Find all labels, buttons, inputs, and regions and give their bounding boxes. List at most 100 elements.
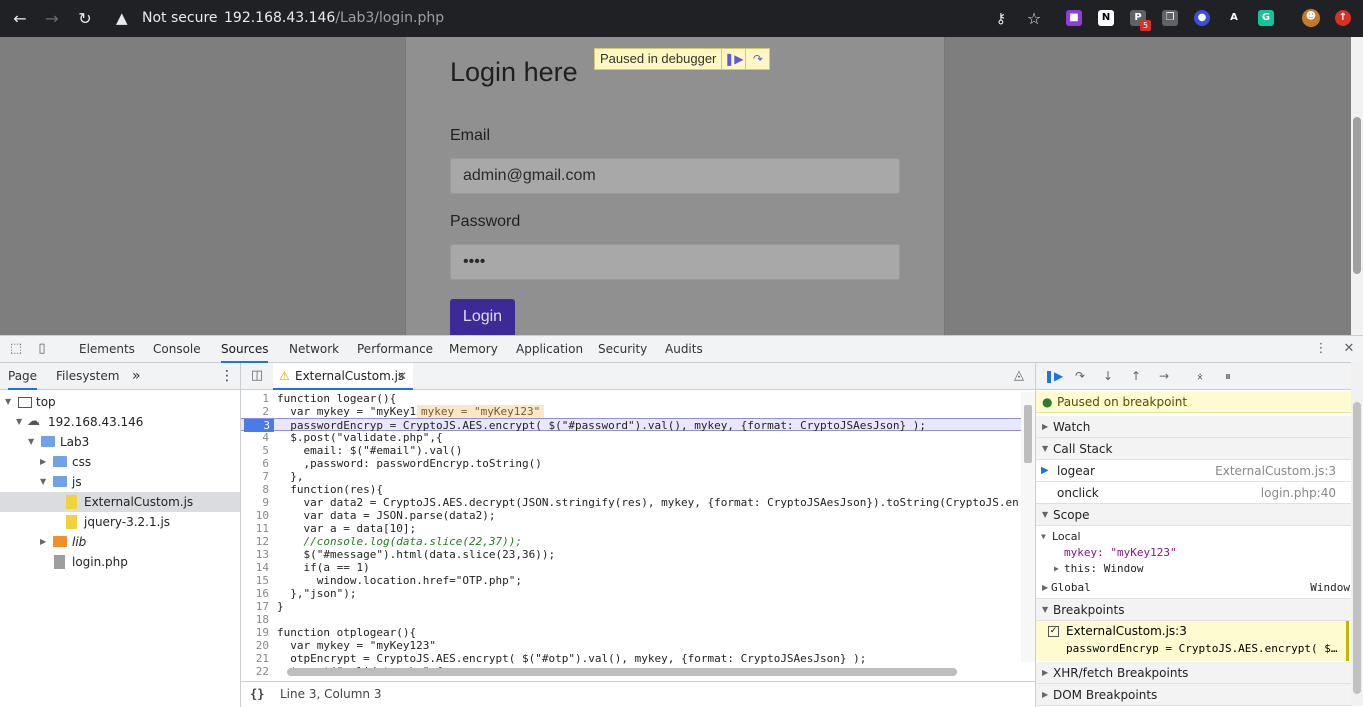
code-line[interactable]: 16 },"json"); xyxy=(241,587,1021,600)
tab-console[interactable]: Console xyxy=(153,336,201,363)
grammarly-icon[interactable]: G xyxy=(1258,10,1274,26)
breakpoints-section[interactable]: ▼ Breakpoints xyxy=(1036,599,1351,621)
code-line[interactable]: 21 otpEncrypt = CryptoJS.AES.encrypt( $(… xyxy=(241,652,1021,665)
avatar[interactable]: ☻ xyxy=(1302,9,1320,27)
line-number[interactable]: 1 xyxy=(241,392,269,405)
code-line[interactable]: 1 function logear(){ xyxy=(241,392,1021,405)
line-number[interactable]: 19 xyxy=(241,626,269,639)
code-line[interactable]: 5 email: $("#email").val() xyxy=(241,444,1021,457)
tree-item-login-php[interactable]: login.php xyxy=(0,552,240,572)
file-tab[interactable]: ⚠ ExternalCustom.js ✕ xyxy=(273,363,413,390)
code-line-execution[interactable]: 3 passwordEncryp = CryptoJS.AES.encrypt(… xyxy=(241,418,1021,432)
tree-item-lab3[interactable]: ▼ Lab3 xyxy=(0,432,240,452)
line-number[interactable]: 5 xyxy=(241,444,269,457)
code-line[interactable]: 19 function otplogear(){ xyxy=(241,626,1021,639)
tree-item-externalcustom-js[interactable]: ExternalCustom.js xyxy=(0,492,240,512)
step-out-icon[interactable]: ↑ xyxy=(1128,368,1144,384)
editor-hscroll-thumb[interactable] xyxy=(287,668,957,676)
call-frame[interactable]: onclick login.php:40 xyxy=(1036,482,1351,504)
line-number[interactable]: 12 xyxy=(241,535,269,548)
tree-item-css[interactable]: ▶ css xyxy=(0,452,240,472)
code-line[interactable]: 14 if(a == 1) xyxy=(241,561,1021,574)
tab-audits[interactable]: Audits xyxy=(665,336,703,363)
tab-security[interactable]: Security xyxy=(598,336,647,363)
watch-section[interactable]: ▶ Watch xyxy=(1036,416,1351,438)
code-line[interactable]: 10 var data = JSON.parse(data2); xyxy=(241,509,1021,522)
close-devtools-icon[interactable]: ✕ xyxy=(1341,341,1357,357)
line-number[interactable]: 4 xyxy=(241,431,269,444)
line-number[interactable]: 18 xyxy=(241,613,269,626)
code-line[interactable]: 6 ,password: passwordEncryp.toString() xyxy=(241,457,1021,470)
notion-icon[interactable]: N xyxy=(1098,10,1114,26)
warning-icon[interactable]: ▲ xyxy=(116,9,128,27)
tree-item-top[interactable]: ▼ top xyxy=(0,392,240,412)
line-number[interactable]: 22 xyxy=(241,665,269,676)
line-number[interactable]: 13 xyxy=(241,548,269,561)
not-secure-label[interactable]: Not secure xyxy=(142,10,218,26)
code-line[interactable]: 18 xyxy=(241,613,1021,626)
line-number[interactable]: 11 xyxy=(241,522,269,535)
tree-item-js[interactable]: ▼ js xyxy=(0,472,240,492)
code-line[interactable]: 9 var data2 = CryptoJS.AES.decrypt(JSON.… xyxy=(241,496,1021,509)
tab-memory[interactable]: Memory xyxy=(449,336,498,363)
close-tab-icon[interactable]: ✕ xyxy=(397,363,407,389)
back-icon[interactable]: ← xyxy=(10,9,30,29)
extension-copy-icon[interactable]: ❐ xyxy=(1162,10,1178,26)
code-line[interactable]: 20 var mykey = "myKey123" xyxy=(241,639,1021,652)
pretty-print-icon[interactable]: {} xyxy=(250,682,264,707)
tree-item-host[interactable]: ▼ ☁ 192.168.43.146 xyxy=(0,412,240,432)
line-number[interactable]: 9 xyxy=(241,496,269,509)
navigator-menu-icon[interactable]: ⋮ xyxy=(220,363,234,390)
tab-page[interactable]: Page xyxy=(8,363,38,390)
tree-item-jquery[interactable]: jquery-3.2.1.js xyxy=(0,512,240,532)
pause-on-exceptions-icon[interactable]: ⏸ xyxy=(1220,368,1236,384)
toggle-navigator-icon[interactable]: ◫ xyxy=(249,368,265,384)
login-button[interactable]: Login xyxy=(450,299,515,335)
step-over-icon[interactable]: ↷ xyxy=(1072,368,1088,384)
frame-location[interactable]: ExternalCustom.js:3 xyxy=(1215,460,1336,482)
line-number[interactable]: 7 xyxy=(241,470,269,483)
extension-a-icon[interactable]: A xyxy=(1226,10,1242,26)
extension-icon[interactable]: ■ xyxy=(1066,10,1082,26)
line-number[interactable]: 6 xyxy=(241,457,269,470)
code-line[interactable]: 17} xyxy=(241,600,1021,613)
xhr-breakpoints-section[interactable]: ▶ XHR/fetch Breakpoints xyxy=(1036,662,1351,684)
code-line[interactable]: 11 var a = data[10]; xyxy=(241,522,1021,535)
address-bar[interactable]: 192.168.43.146/Lab3/login.php xyxy=(224,10,444,26)
code-area[interactable]: 1 function logear(){2 var mykey = "myKey1… xyxy=(241,392,1021,676)
step-into-icon[interactable]: ↓ xyxy=(1100,368,1116,384)
forward-icon[interactable]: → xyxy=(42,9,62,29)
code-line[interactable]: 8 function(res){ xyxy=(241,483,1021,496)
code-line[interactable]: 13 $("#message").html(data.slice(23,36))… xyxy=(241,548,1021,561)
line-number[interactable]: 8 xyxy=(241,483,269,496)
sidebar-scrollbar[interactable] xyxy=(1351,362,1363,706)
code-line[interactable]: 12 //console.log(data.slice(22,37)); xyxy=(241,535,1021,548)
line-number[interactable]: 16 xyxy=(241,587,269,600)
code-line[interactable]: 2 var mykey = "myKey123"; mykey = "myKey1… xyxy=(241,405,1021,418)
line-number[interactable]: 17 xyxy=(241,600,269,613)
frame-location[interactable]: login.php:40 xyxy=(1261,482,1336,504)
call-stack-section[interactable]: ▼ Call Stack xyxy=(1036,438,1351,460)
dom-breakpoints-section[interactable]: ▶ DOM Breakpoints xyxy=(1036,684,1351,706)
editor-scrollbar[interactable] xyxy=(1021,392,1035,662)
tab-network[interactable]: Network xyxy=(289,336,339,363)
more-options-icon[interactable]: ⋮ xyxy=(1313,341,1329,357)
code-line[interactable]: 15 window.location.href="OTP.php"; xyxy=(241,574,1021,587)
line-number[interactable]: 2 xyxy=(241,405,269,418)
device-toggle-icon[interactable]: ▯ xyxy=(34,341,50,357)
scope-global[interactable]: ▶ Global Window xyxy=(1036,577,1351,599)
tree-item-lib[interactable]: ▶ lib xyxy=(0,532,240,552)
reload-icon[interactable]: ↻ xyxy=(75,9,95,29)
step-icon[interactable]: → xyxy=(1156,368,1172,384)
line-number[interactable]: 20 xyxy=(241,639,269,652)
breakpoint-item[interactable]: ✓ ExternalCustom.js:3 passwordEncryp = C… xyxy=(1036,621,1349,661)
more-tabs-icon[interactable]: » xyxy=(132,363,141,390)
resume-icon[interactable]: ❚▶ xyxy=(721,49,745,69)
tab-performance[interactable]: Performance xyxy=(357,336,433,363)
deactivate-breakpoints-icon[interactable]: ⨰ xyxy=(1192,368,1208,384)
page-scroll-thumb[interactable] xyxy=(1353,117,1361,274)
editor-hscrollbar[interactable] xyxy=(273,666,1021,678)
line-number[interactable]: 21 xyxy=(241,652,269,665)
tab-application[interactable]: Application xyxy=(516,336,583,363)
star-icon[interactable]: ☆ xyxy=(1024,9,1044,29)
